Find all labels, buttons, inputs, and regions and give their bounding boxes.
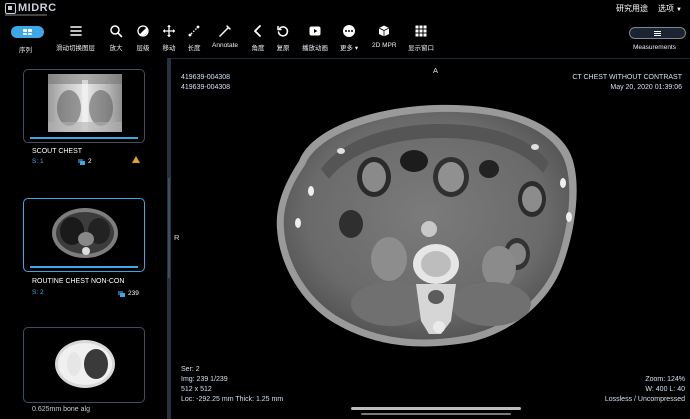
compression-status: Lossless / Uncompressed <box>604 396 685 403</box>
tool-more-text: 更多 <box>340 45 353 52</box>
patient-accession: 419639-004308 <box>181 84 231 91</box>
tool-reset-label: 复原 <box>276 45 290 52</box>
tool-pan-label: 移动 <box>162 45 176 52</box>
orientation-left: R <box>174 233 180 242</box>
tool-mpr[interactable]: 2D MPR <box>372 24 397 58</box>
series-2-count: 239 <box>118 290 139 297</box>
reset-icon <box>277 26 289 37</box>
overlay-bottom-right: Zoom: 124% W: 400 L: 40 Lossless / Uncom… <box>605 375 685 405</box>
tool-zoom-label: 放大 <box>109 45 123 52</box>
tool-scroll-label: 滑动切换图层 <box>56 45 95 52</box>
options-label: 选项 <box>658 4 675 13</box>
play-icon <box>309 26 321 36</box>
tool-layout-label: 显示窗口 <box>408 45 434 52</box>
series-number: Ser: 2 <box>181 366 200 373</box>
cube-icon <box>379 25 390 37</box>
overlay-top-left: 419639-004308 419639-004308 <box>181 73 230 93</box>
study-description: CT CHEST WITHOUT CONTRAST <box>572 74 682 81</box>
slice-location: Loc: -292.25 mm Thick: 1.25 mm <box>181 396 284 403</box>
tool-cine[interactable]: 播放动画 <box>302 24 328 58</box>
series-1-count-value: 2 <box>88 158 92 165</box>
warning-icon[interactable] <box>132 156 140 163</box>
grid-icon <box>23 29 32 35</box>
logo-icon <box>5 2 16 14</box>
toolbar: 序列 滑动切换图层 放大 层级 移动 长度 Annotate 角度 复原 播放动… <box>0 18 690 58</box>
resize-handle[interactable] <box>168 178 170 278</box>
series-1-title: SCOUT CHEST <box>32 148 83 155</box>
research-use-link[interactable]: 研究用途 <box>616 3 648 14</box>
tool-angle-label: 角度 <box>251 45 265 52</box>
tool-level-label: 层级 <box>136 45 150 52</box>
tool-layout[interactable]: 显示窗口 <box>408 24 434 58</box>
tool-annotate-label: Annotate <box>212 42 239 49</box>
angle-icon <box>254 25 261 37</box>
top-bar: MIDRC 研究用途 选项 ▼ <box>0 0 690 18</box>
tool-level[interactable]: 层级 <box>136 24 150 58</box>
contrast-icon <box>137 25 149 37</box>
list-icon <box>654 30 661 36</box>
annotate-icon <box>219 25 231 37</box>
study-datetime: May 20, 2020 01:39:06 <box>610 84 682 91</box>
grid-layout-icon <box>415 25 427 37</box>
scout-xray-image <box>48 74 122 132</box>
stack-icon <box>78 158 86 165</box>
lung-ct-thumbnail <box>55 340 115 388</box>
tool-cine-label: 播放动画 <box>302 45 328 52</box>
series-2-number: S: 2 <box>32 289 44 296</box>
logo-text: MIDRC <box>18 2 57 14</box>
window-level: W: 400 L: 40 <box>645 386 685 393</box>
series-thumbnail-3[interactable] <box>23 327 145 403</box>
series-toggle-label: 序列 <box>19 47 32 54</box>
tool-reset[interactable]: 复原 <box>276 24 290 58</box>
measurements-toggle-button[interactable] <box>629 27 686 39</box>
patient-id: 419639-004308 <box>181 74 231 81</box>
tool-length-label: 长度 <box>187 45 201 52</box>
chevron-down-icon: ▼ <box>676 7 682 13</box>
image-index: Img: 239 1/239 <box>181 376 228 383</box>
logo-tagline-line <box>5 14 47 16</box>
stack-icon <box>118 290 126 297</box>
series-thumbnail-1[interactable] <box>23 69 145 143</box>
series-toggle-button[interactable] <box>11 26 44 38</box>
series-thumbnail-2[interactable] <box>23 198 145 272</box>
orientation-top: A <box>433 66 439 75</box>
tool-length[interactable]: 长度 <box>187 24 201 58</box>
options-menu[interactable]: 选项 ▼ <box>658 3 682 14</box>
axial-ct-thumbnail <box>52 208 118 258</box>
series-1-progress <box>30 137 138 139</box>
image-dimensions: 512 x 512 <box>181 386 212 393</box>
series-2-count-value: 239 <box>128 290 139 297</box>
move-arrows-icon <box>163 25 175 37</box>
ruler-icon <box>188 25 200 37</box>
series-2-progress <box>30 266 138 268</box>
series-1-number: S: 1 <box>32 158 44 165</box>
tool-angle[interactable]: 角度 <box>251 24 265 58</box>
image-viewport[interactable]: 419639-004308 419639-004308 CT CHEST WIT… <box>171 58 690 419</box>
more-icon <box>343 25 356 37</box>
chevron-down-icon: ▾ <box>354 45 359 52</box>
tool-more-label: 更多 ▾ <box>340 42 358 52</box>
magnifier-icon <box>110 25 123 38</box>
zoom-level: Zoom: 124% <box>645 376 685 383</box>
tool-scroll[interactable]: 滑动切换图层 <box>56 24 95 58</box>
tool-pan[interactable]: 移动 <box>162 24 176 58</box>
series-1-count: 2 <box>78 158 92 165</box>
tool-zoom[interactable]: 放大 <box>109 24 123 58</box>
series-2-title: ROUTINE CHEST NON-CON <box>32 278 125 285</box>
layers-scroll-icon <box>69 26 82 36</box>
tool-mpr-label: 2D MPR <box>372 42 397 49</box>
series-3-title: 0.625mm bone alg <box>32 406 90 413</box>
overlay-bottom-left: Ser: 2 Img: 239 1/239 512 x 512 Loc: -29… <box>181 365 283 405</box>
measurements-label: Measurements <box>633 44 676 51</box>
tool-annotate[interactable]: Annotate <box>212 24 238 58</box>
overlay-top-right: CT CHEST WITHOUT CONTRAST May 20, 2020 0… <box>572 73 682 93</box>
tool-more[interactable]: 更多 ▾ <box>340 24 358 58</box>
logo: MIDRC <box>5 2 57 14</box>
